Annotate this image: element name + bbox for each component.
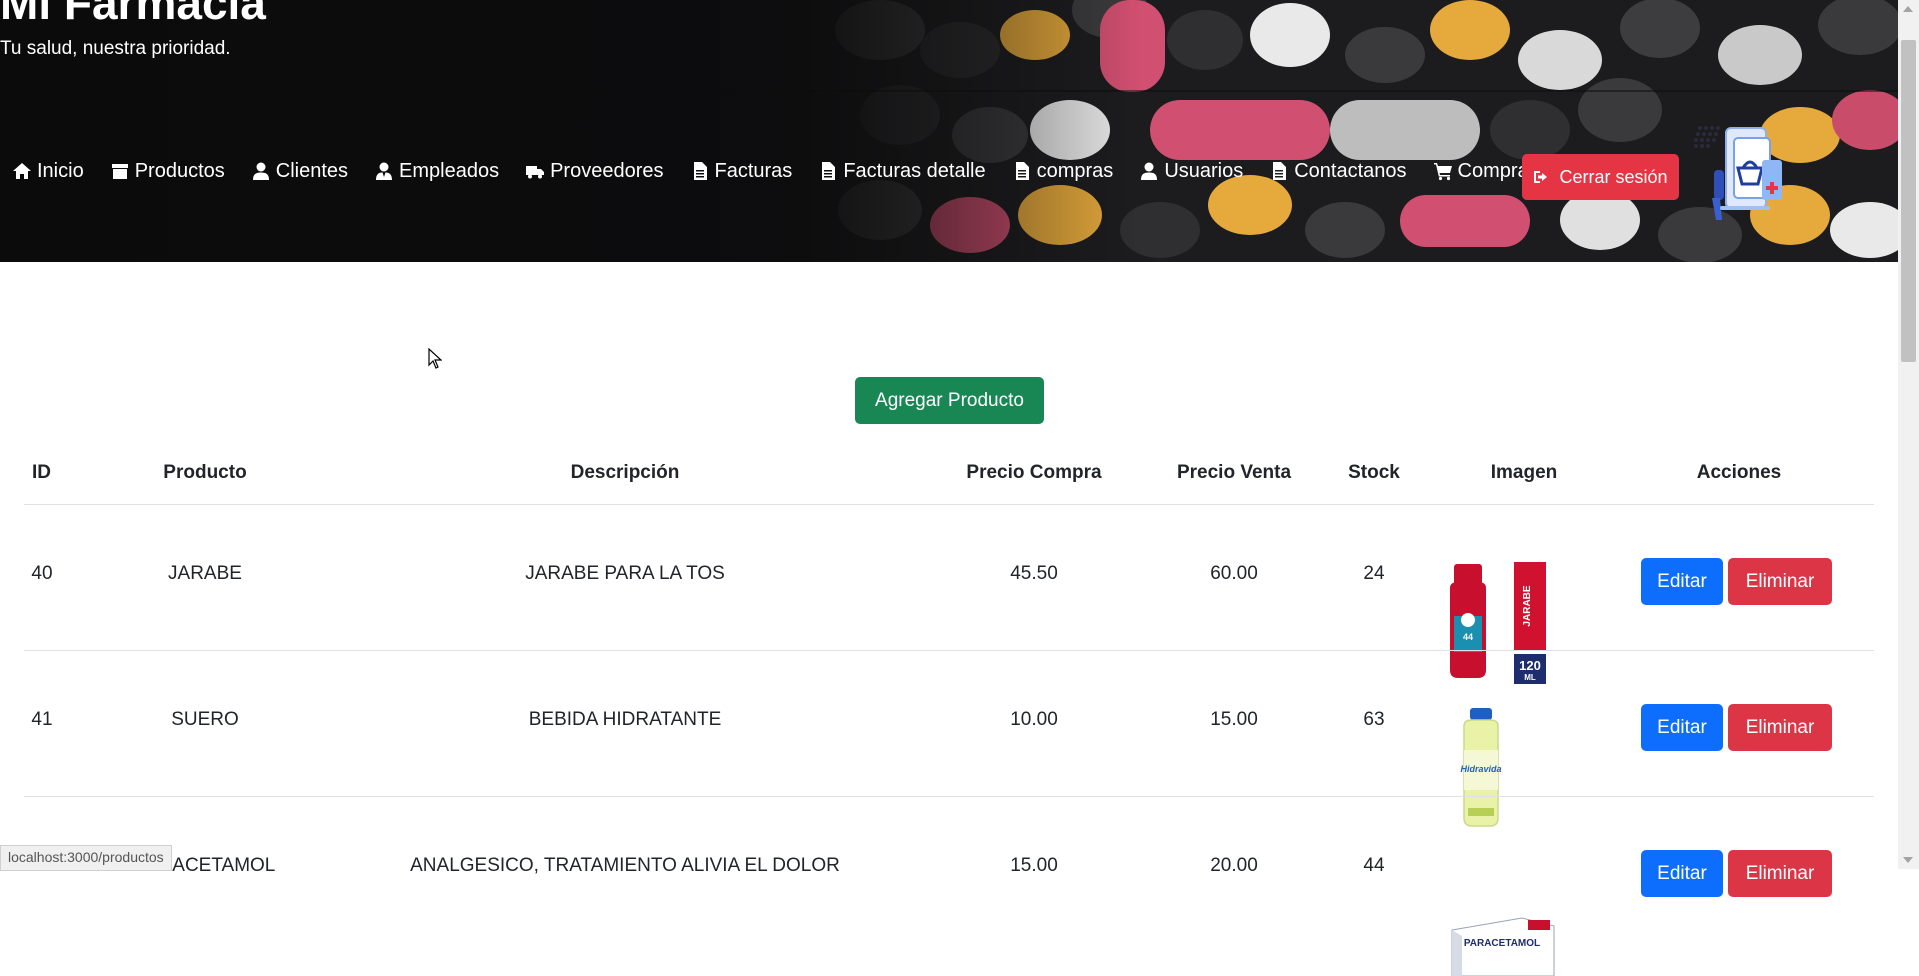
cell-precio-compra: 15.00 xyxy=(1010,855,1058,876)
cell-id: 41 xyxy=(31,709,53,730)
main-nav: Inicio Productos Clientes Empleados Prov… xyxy=(12,159,1555,183)
cell-descripcion: BEBIDA HIDRATANTE xyxy=(528,709,722,730)
cell-producto: SUERO xyxy=(171,709,239,730)
logout-button[interactable]: Cerrar sesión xyxy=(1522,154,1679,200)
site-title: Mi Farmacia xyxy=(0,0,266,29)
column-header-stock: Stock xyxy=(1348,462,1400,483)
cell-descripcion: ANALGESICO, TRATAMIENTO ALIVIA EL DOLOR xyxy=(410,855,840,876)
edit-button[interactable]: Editar xyxy=(1641,704,1723,751)
mouse-cursor-icon xyxy=(428,348,442,369)
table-row: 41 SUERO BEBIDA HIDRATANTE 10.00 15.00 6… xyxy=(24,651,1874,827)
box-icon xyxy=(111,164,128,179)
syrup-brand-label: 44 xyxy=(1463,632,1473,642)
cart-icon xyxy=(1433,163,1452,181)
delete-button[interactable]: Eliminar xyxy=(1728,558,1832,605)
cell-precio-compra: 45.50 xyxy=(1010,563,1058,584)
nav-item-inicio[interactable]: Inicio xyxy=(12,160,84,183)
nav-item-compras[interactable]: compras xyxy=(1012,159,1114,183)
nav-item-label: Productos xyxy=(134,159,225,182)
table-row: 42 PARACETAMOL ANALGESICO, TRATAMIENTO A… xyxy=(24,797,1874,976)
column-header-imagen: Imagen xyxy=(1490,462,1558,483)
nav-item-label: Contactanos xyxy=(1294,159,1407,182)
cell-stock: 24 xyxy=(1363,563,1385,584)
nav-item-label: Usuarios xyxy=(1164,159,1244,182)
nav-item-clientes[interactable]: Clientes xyxy=(251,160,348,183)
pills-background-image xyxy=(0,0,1898,262)
file-icon xyxy=(1273,162,1287,180)
nav-item-label: Compra xyxy=(1457,159,1529,182)
nav-item-contactanos[interactable]: Contactanos xyxy=(1269,159,1407,183)
edit-button[interactable]: Editar xyxy=(1641,850,1723,897)
nav-item-label: Empleados xyxy=(399,159,500,182)
scroll-up-arrow-icon[interactable] xyxy=(1903,6,1913,12)
column-header-descripcion: Descripción xyxy=(570,462,680,483)
column-header-precio-venta: Precio Venta xyxy=(1176,462,1292,483)
column-header-acciones: Acciones xyxy=(1696,462,1782,483)
truck-icon xyxy=(526,166,545,179)
cell-precio-venta: 20.00 xyxy=(1210,855,1258,876)
edit-button[interactable]: Editar xyxy=(1641,558,1723,605)
nav-item-label: Proveedores xyxy=(550,159,664,182)
cell-descripcion: JARABE PARA LA TOS xyxy=(525,563,725,584)
logout-label: Cerrar sesión xyxy=(1559,166,1668,187)
column-header-producto: Producto xyxy=(163,462,247,483)
cell-precio-venta: 60.00 xyxy=(1210,563,1258,584)
syrup-tag-label: JARABE xyxy=(1522,585,1533,626)
user-icon xyxy=(252,162,269,180)
column-header-precio-compra: Precio Compra xyxy=(966,462,1102,483)
cell-id: 40 xyxy=(31,563,53,584)
nav-item-facturas-detalle[interactable]: Facturas detalle xyxy=(818,159,986,183)
cell-precio-venta: 15.00 xyxy=(1210,709,1258,730)
nav-item-label: Facturas xyxy=(714,159,793,182)
file-icon xyxy=(822,162,836,180)
vertical-scrollbar[interactable] xyxy=(1898,0,1919,869)
scrollbar-thumb[interactable] xyxy=(1901,40,1916,362)
home-icon xyxy=(13,163,31,179)
nav-item-label: Clientes xyxy=(275,159,349,182)
delete-button[interactable]: Eliminar xyxy=(1728,850,1832,897)
sign-out-icon xyxy=(1534,171,1548,183)
nav-item-label: Facturas detalle xyxy=(843,159,986,182)
file-icon xyxy=(1015,162,1029,180)
nav-item-productos[interactable]: Productos xyxy=(110,160,225,183)
browser-status-bar: localhost:3000/productos xyxy=(0,845,172,871)
online-pharmacy-cart-illustration xyxy=(1694,126,1782,220)
cell-producto: JARABE xyxy=(168,563,242,584)
cell-stock: 63 xyxy=(1363,709,1385,730)
nav-item-proveedores[interactable]: Proveedores xyxy=(525,159,664,183)
column-header-id: ID xyxy=(32,462,51,483)
header-banner: Mi Farmacia Tu salud, nuestra prioridad.… xyxy=(0,0,1898,262)
table-row: 40 JARABE JARABE PARA LA TOS 45.50 60.00… xyxy=(24,505,1874,684)
add-product-button[interactable]: Agregar Producto xyxy=(855,377,1044,424)
user-icon xyxy=(1141,162,1158,180)
nav-item-compra[interactable]: Compra xyxy=(1433,160,1529,183)
scroll-down-arrow-icon[interactable] xyxy=(1903,857,1913,863)
nav-item-usuarios[interactable]: Usuarios xyxy=(1139,160,1243,183)
delete-button[interactable]: Eliminar xyxy=(1728,704,1832,751)
site-tagline: Tu salud, nuestra prioridad. xyxy=(0,38,231,59)
suero-brand-label: Hidravida xyxy=(1460,764,1501,774)
paracetamol-brand-label: PARACETAMOL xyxy=(1464,938,1540,949)
nav-item-label: Inicio xyxy=(37,159,84,182)
user-tie-icon xyxy=(376,162,393,180)
cell-precio-compra: 10.00 xyxy=(1010,709,1058,730)
cell-stock: 44 xyxy=(1363,855,1385,876)
file-icon xyxy=(693,162,707,180)
nav-item-facturas[interactable]: Facturas xyxy=(690,159,793,183)
nav-item-label: compras xyxy=(1036,159,1114,182)
nav-item-empleados[interactable]: Empleados xyxy=(374,160,499,183)
